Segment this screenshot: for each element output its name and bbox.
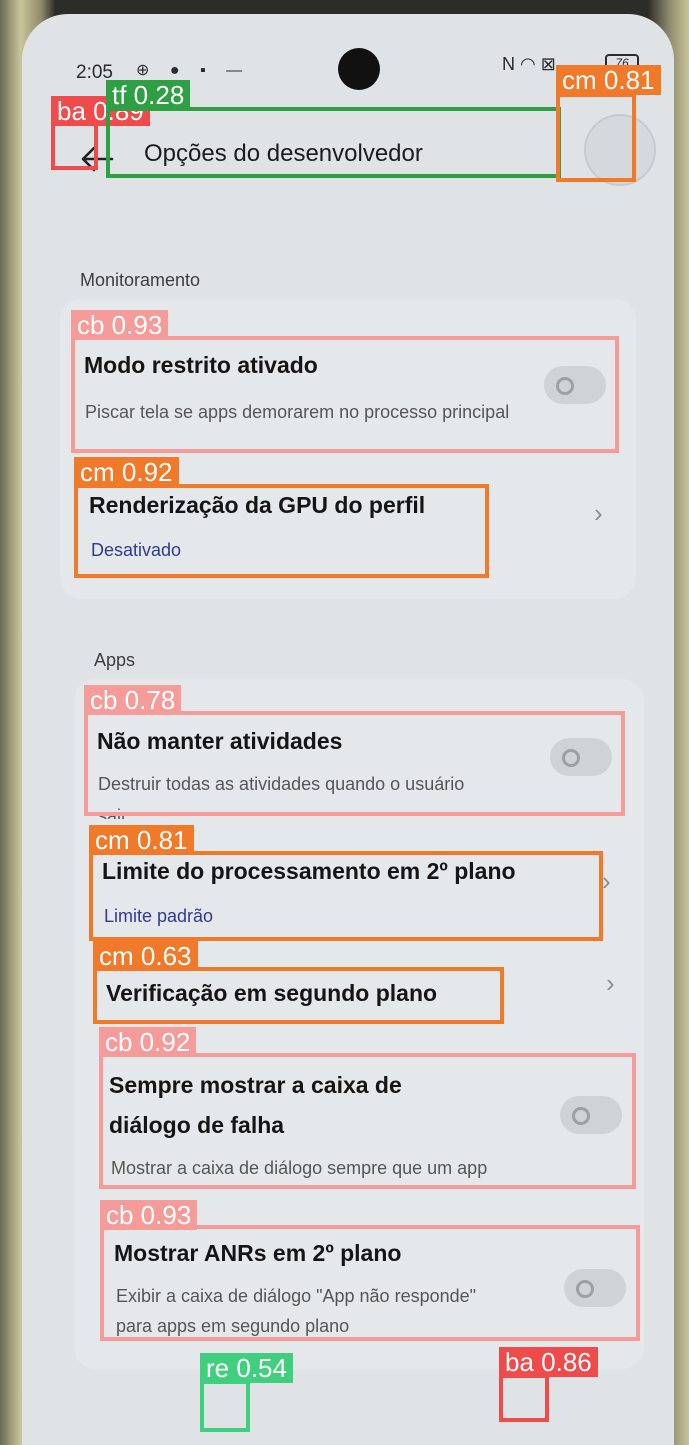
notification-icons: ⊕ ● ▪ — (136, 62, 251, 79)
detection-box-title (106, 107, 561, 178)
navigation-bar (22, 1374, 674, 1445)
detection-box-account (556, 93, 636, 182)
detection-box-crash-dialog (99, 1053, 636, 1189)
detection-box-back (51, 120, 98, 170)
detection-label: cm 0.81 (89, 825, 194, 855)
detection-box-strict-mode (71, 336, 619, 453)
detection-label: cb 0.92 (99, 1027, 197, 1057)
section-label-apps: Apps (94, 650, 136, 670)
detection-label: re 0.54 (200, 1353, 293, 1383)
chevron-right-icon: › (594, 498, 603, 528)
detection-box-recents (200, 1380, 250, 1432)
detection-label: cm 0.81 (556, 65, 661, 95)
detection-box-dont-keep (84, 711, 625, 816)
detection-label: tf 0.28 (106, 80, 191, 110)
detection-box-background-check (93, 967, 504, 1024)
nfc-icon: N (502, 54, 515, 74)
chevron-right-icon: › (606, 968, 615, 998)
detection-box-gpu-profile (74, 484, 489, 578)
detection-label: cb 0.93 (71, 310, 169, 340)
detection-label: cb 0.93 (100, 1200, 198, 1230)
no-sim-icon: ⊠ (540, 54, 556, 74)
front-camera (338, 48, 380, 90)
detection-label: ba 0.86 (499, 1347, 598, 1377)
chevron-right-icon: › (602, 866, 611, 896)
detection-box-process-limit (89, 851, 603, 941)
detection-box-nav-back (499, 1374, 549, 1422)
detection-box-anrs (100, 1225, 640, 1341)
status-icons-right: N ◠ ⊠ (502, 54, 556, 75)
section-label-monitoramento: Monitoramento (80, 270, 201, 290)
detection-label: cb 0.78 (84, 685, 182, 715)
detection-label: cm 0.92 (74, 457, 179, 487)
detection-label: cm 0.63 (93, 941, 198, 971)
wifi-icon: ◠ (520, 54, 536, 74)
